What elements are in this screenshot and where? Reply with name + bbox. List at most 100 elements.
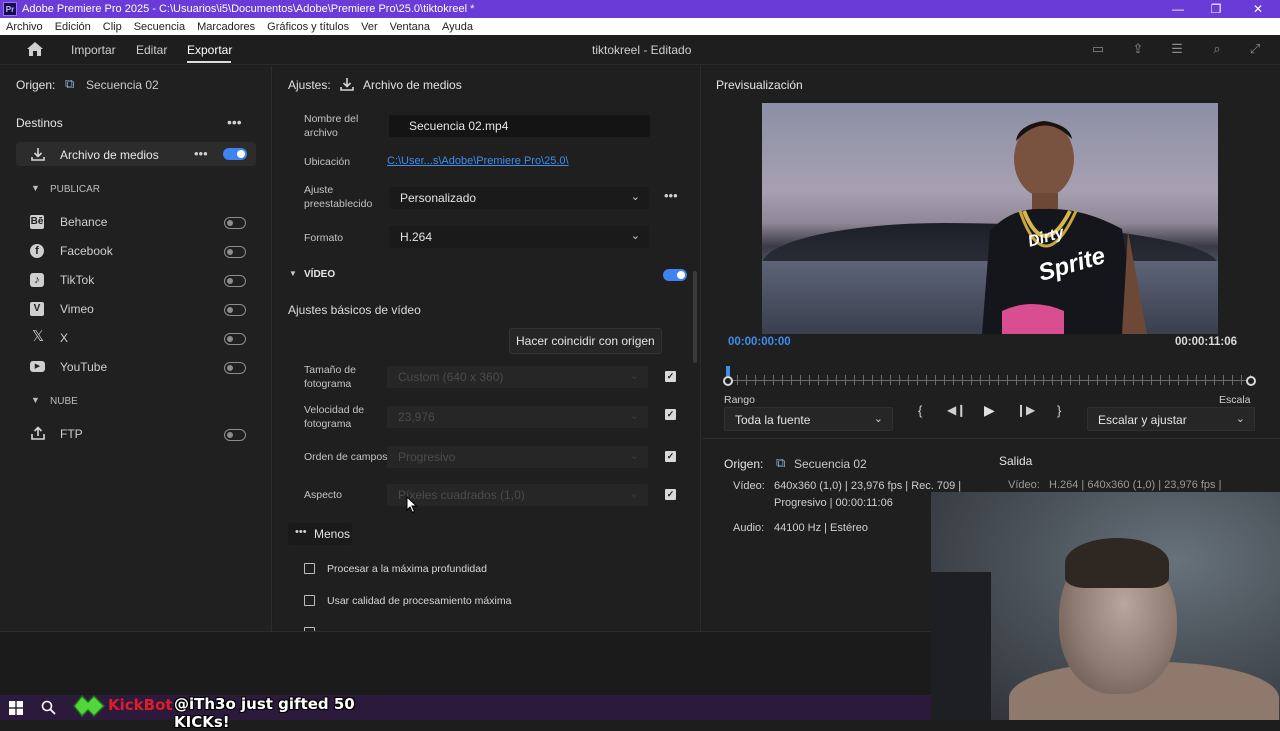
preset-value: Personalizado (400, 191, 477, 205)
menu-secuencia[interactable]: Secuencia (134, 21, 185, 33)
range-in-handle[interactable] (723, 376, 733, 386)
tab-importar[interactable]: Importar (71, 43, 116, 57)
windows-start-icon[interactable] (9, 701, 23, 715)
timecode-duration: 00:00:11:06 (1175, 336, 1238, 348)
step-forward-icon[interactable]: ❙▶ (1016, 403, 1035, 417)
destination-youtube[interactable]: ▶ YouTube (16, 356, 256, 378)
max-depth-checkbox[interactable] (304, 563, 315, 574)
video-section-chevron-icon[interactable]: ▼ (289, 269, 297, 278)
destination-facebook[interactable]: f Facebook (16, 240, 256, 262)
vimeo-icon: V (30, 302, 44, 316)
x-label: X (60, 331, 69, 345)
timecode-current[interactable]: 00:00:00:00 (728, 336, 791, 348)
publish-chevron-icon[interactable]: ▼ (31, 183, 40, 193)
frame-rate-checkbox[interactable]: ✓ (665, 409, 676, 420)
destination-x[interactable]: 𝕏 X (16, 327, 256, 349)
menu-ventana[interactable]: Ventana (390, 21, 430, 33)
aspect-checkbox[interactable]: ✓ (665, 489, 676, 500)
stream-alert: KickBot @iTh3o just gifted 50 KICKs! (72, 692, 402, 731)
publish-header: PUBLICAR (50, 184, 101, 195)
video-preview[interactable]: Dirty Sprite (762, 103, 1218, 334)
destination-media-file[interactable]: Archivo de medios ••• (16, 142, 256, 166)
destinations-panel: Origen: ⧉ Secuencia 02 Destinos ••• Arch… (0, 66, 272, 631)
ellipsis-icon: ••• (295, 526, 307, 538)
media-file-toggle[interactable] (223, 148, 247, 160)
destination-behance[interactable]: Bē Behance (16, 211, 256, 233)
facebook-toggle[interactable] (224, 246, 246, 258)
share-icon[interactable]: ⇪ (1131, 42, 1145, 56)
preset-more-icon[interactable]: ••• (664, 188, 678, 203)
menu-bar: Archivo Edición Clip Secuencia Marcadore… (0, 18, 1280, 35)
filename-input[interactable]: Secuencia 02.mp4 (389, 115, 650, 137)
chevron-down-icon: ⌄ (629, 450, 639, 462)
field-order-checkbox[interactable]: ✓ (665, 451, 676, 462)
x-toggle[interactable] (224, 333, 246, 345)
menu-archivo[interactable]: Archivo (6, 21, 43, 33)
destination-ftp[interactable]: FTP (16, 423, 256, 445)
frame-rate-dropdown[interactable]: 23,976 ⌄ (387, 406, 648, 428)
queue-icon[interactable]: ☰ (1170, 42, 1184, 56)
location-link[interactable]: C:\User...s\Adobe\Premiere Pro\25.0\ (387, 155, 569, 167)
step-back-icon[interactable]: ◀❙ (947, 403, 966, 417)
cloud-chevron-icon[interactable]: ▼ (31, 395, 40, 405)
playhead[interactable] (726, 366, 730, 376)
scale-label: Escala (1219, 394, 1251, 406)
minimize-button[interactable]: — (1158, 0, 1198, 18)
webcam-overlay (931, 492, 1280, 720)
format-dropdown[interactable]: H.264 ⌄ (389, 226, 649, 248)
preset-dropdown[interactable]: Personalizado ⌄ (389, 187, 649, 209)
media-file-more-icon[interactable]: ••• (194, 146, 208, 161)
destination-vimeo[interactable]: V Vimeo (16, 298, 256, 320)
menu-ayuda[interactable]: Ayuda (442, 21, 473, 33)
source-label: Origen: (16, 78, 56, 92)
field-order-value: Progresivo (398, 450, 456, 464)
settings-scrollbar[interactable] (693, 271, 697, 363)
search-icon[interactable] (41, 700, 56, 715)
search-icon[interactable]: ⌕ (1210, 42, 1224, 56)
ftp-label: FTP (60, 427, 83, 441)
panel-layout-icon[interactable]: ▭ (1091, 42, 1105, 56)
vimeo-toggle[interactable] (224, 304, 246, 316)
close-button[interactable]: ✕ (1238, 0, 1278, 18)
facebook-label: Facebook (60, 244, 113, 258)
ftp-toggle[interactable] (224, 429, 246, 441)
menu-marcadores[interactable]: Marcadores (197, 21, 255, 33)
max-quality-checkbox[interactable] (304, 595, 315, 606)
destinations-more-icon[interactable]: ••• (227, 114, 242, 130)
frame-size-dropdown[interactable]: Custom (640 x 360) ⌄ (387, 366, 648, 388)
menu-graficos[interactable]: Gráficos y títulos (267, 21, 349, 33)
menu-ver[interactable]: Ver (361, 21, 378, 33)
mark-in-icon[interactable]: { (918, 403, 922, 418)
behance-toggle[interactable] (224, 217, 246, 229)
home-icon[interactable] (26, 41, 44, 57)
youtube-toggle[interactable] (224, 362, 246, 374)
scale-dropdown[interactable]: Escalar y ajustar ⌄ (1087, 407, 1255, 431)
frame-size-checkbox[interactable]: ✓ (665, 371, 676, 382)
download-icon (31, 148, 45, 161)
fullscreen-icon[interactable]: ⤢ (1248, 42, 1262, 56)
chevron-down-icon: ⌄ (629, 370, 639, 382)
tab-editar[interactable]: Editar (136, 43, 167, 57)
destination-tiktok[interactable]: ♪ TikTok (16, 269, 256, 291)
scale-value: Escalar y ajustar (1098, 413, 1187, 427)
maximize-button[interactable]: ❐ (1196, 0, 1236, 18)
field-order-dropdown[interactable]: Progresivo ⌄ (387, 446, 648, 468)
menu-clip[interactable]: Clip (103, 21, 122, 33)
menu-edicion[interactable]: Edición (55, 21, 91, 33)
aspect-dropdown[interactable]: Píxeles cuadrados (1,0) ⌄ (387, 484, 648, 506)
mark-out-icon[interactable]: } (1057, 403, 1061, 418)
vimeo-label: Vimeo (60, 302, 94, 316)
premiere-app-icon: Pr (3, 2, 17, 16)
tiktok-toggle[interactable] (224, 275, 246, 287)
range-out-handle[interactable] (1246, 376, 1256, 386)
video-section-toggle[interactable] (663, 269, 687, 281)
source-sequence: Secuencia 02 (86, 78, 159, 92)
tab-exportar[interactable]: Exportar (187, 43, 232, 57)
range-dropdown[interactable]: Toda la fuente ⌄ (724, 407, 893, 431)
workspace-bar: Importar Editar Exportar tiktokreel - Ed… (0, 35, 1280, 65)
behance-label: Behance (60, 215, 108, 229)
less-button[interactable]: ••• Menos (288, 523, 352, 545)
play-icon[interactable]: ▶ (984, 402, 995, 419)
output-video-label: Vídeo: (1008, 479, 1040, 491)
match-source-button[interactable]: Hacer coincidir con origen (509, 328, 662, 354)
